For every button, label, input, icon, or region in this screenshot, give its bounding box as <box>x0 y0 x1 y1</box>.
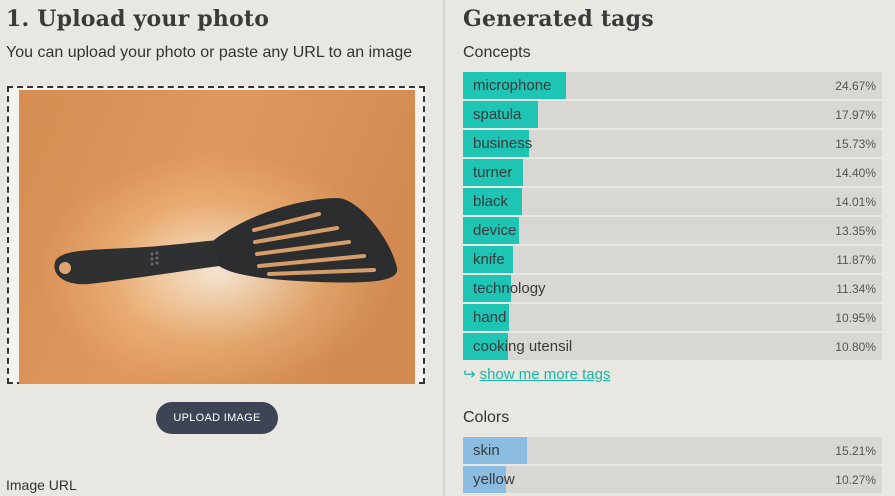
tag-percent: 10.95% <box>835 311 876 325</box>
tag-percent: 11.87% <box>836 253 876 267</box>
tag-name: black <box>473 193 509 210</box>
tag-row[interactable]: skin 15.21% <box>463 437 882 464</box>
show-more-tags-label: show me more tags <box>479 366 611 383</box>
tag-row[interactable]: black 14.01% <box>463 188 882 215</box>
upload-image-button[interactable]: UPLOAD IMAGE <box>156 402 278 434</box>
tag-percent: 15.73% <box>835 137 876 151</box>
image-url-label: Image URL <box>6 477 77 493</box>
tag-percent: 11.34% <box>836 282 876 296</box>
tag-name: cooking utensil <box>473 338 573 355</box>
tag-name: knife <box>473 251 505 268</box>
tag-row[interactable]: microphone 24.67% <box>463 72 882 99</box>
tag-row[interactable]: business 15.73% <box>463 130 882 157</box>
tag-row[interactable]: spatula 17.97% <box>463 101 882 128</box>
image-drop-zone[interactable] <box>7 86 425 384</box>
upload-title: 1. Upload your photo <box>6 6 270 32</box>
uploaded-photo <box>19 90 415 384</box>
tag-row[interactable]: turner 14.40% <box>463 159 882 186</box>
results-panel: Generated tags Concepts microphone 24.67%… <box>463 0 883 496</box>
tag-percent: 10.27% <box>835 473 876 487</box>
tag-name: skin <box>473 442 500 459</box>
tag-name: hand <box>473 309 507 326</box>
colors-list: skin 15.21% yellow 10.27% <box>463 437 882 495</box>
tag-row[interactable]: hand 10.95% <box>463 304 882 331</box>
tag-percent: 24.67% <box>835 79 876 93</box>
tag-percent: 14.01% <box>835 195 876 209</box>
concepts-label: Concepts <box>463 44 531 61</box>
tag-percent: 14.40% <box>835 166 876 180</box>
tag-row[interactable]: yellow 10.27% <box>463 466 882 493</box>
tag-percent: 15.21% <box>835 444 876 458</box>
colors-label: Colors <box>463 409 510 426</box>
tag-name: spatula <box>473 106 522 123</box>
tag-percent: 13.35% <box>835 224 876 238</box>
tag-name: device <box>473 222 517 239</box>
tag-row[interactable]: device 13.35% <box>463 217 882 244</box>
tag-name: turner <box>473 164 513 181</box>
tag-row[interactable]: knife 11.87% <box>463 246 882 273</box>
tag-row[interactable]: technology 11.34% <box>463 275 882 302</box>
concepts-list: microphone 24.67% spatula 17.97% business 15.… <box>463 72 882 362</box>
tag-row[interactable]: cooking utensil 10.80% <box>463 333 882 360</box>
upload-subtitle: You can upload your photo or paste any U… <box>6 44 413 61</box>
tag-name: yellow <box>473 471 515 488</box>
show-more-tags-link[interactable]: ↪ show me more tags <box>463 365 610 383</box>
panel-divider <box>443 0 445 496</box>
tag-percent: 10.80% <box>835 340 876 354</box>
return-arrow-icon: ↪ <box>463 366 476 383</box>
tag-name: technology <box>473 280 546 297</box>
spatula-image <box>19 90 415 384</box>
tag-name: microphone <box>473 77 552 94</box>
tag-name: business <box>473 135 533 152</box>
tag-percent: 17.97% <box>835 108 876 122</box>
upload-panel: 1. Upload your photo You can upload your… <box>0 0 444 496</box>
results-title: Generated tags <box>463 6 654 32</box>
